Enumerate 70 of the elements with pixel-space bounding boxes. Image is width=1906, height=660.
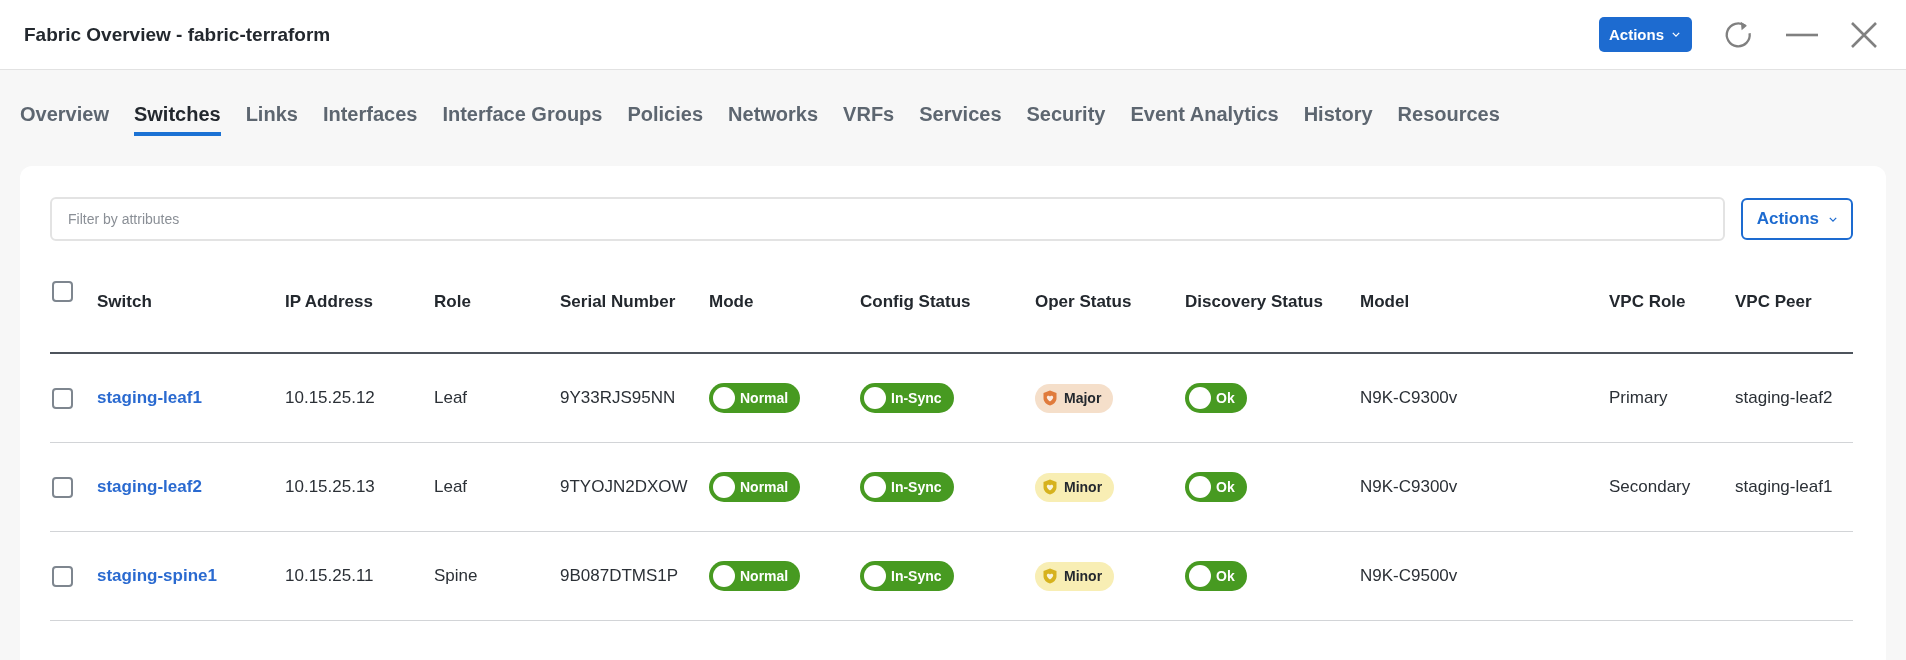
column-header: IP Address [285,291,374,312]
select-all-checkbox[interactable] [52,281,73,302]
status-pill: Ok [1185,472,1247,502]
table-cell-text: Spine [434,566,479,586]
column-header: VPC Peer [1735,291,1813,312]
tab[interactable]: History [1303,70,1373,136]
shield-icon [1043,568,1057,584]
table-cell-text: N9K-C9500v [1360,566,1459,586]
severity-badge: Major [1035,383,1114,413]
status-pill: Ok [1185,561,1247,591]
table-cell-text: Primary [1609,388,1669,408]
tab[interactable]: Overview [20,70,109,136]
table-cell-text: Leaf [434,388,469,408]
status-pill: In-Sync [860,472,954,502]
shield-icon [1043,390,1057,406]
column-header: Switch [97,291,153,312]
column-header: Role [434,291,472,312]
status-pill: In-Sync [860,383,954,413]
tab[interactable]: Interface Groups [442,70,603,136]
shield-icon [1043,479,1057,495]
actions-button[interactable]: Actions [1599,17,1692,52]
tab[interactable]: Switches [133,70,221,136]
table-cell-text: 10.15.25.13 [285,477,376,497]
table-cell-text: 9B087DTMS1P [560,566,680,586]
tab[interactable]: Policies [627,70,704,136]
column-header: VPC Role [1609,291,1687,312]
severity-badge: Minor [1035,561,1115,591]
table-cell-text: staging-leaf1 [1735,477,1834,497]
table-cell-text: 9Y33RJS95NN [560,388,677,408]
column-header: Config Status [860,291,972,312]
tab[interactable]: Interfaces [322,70,418,136]
minimize-icon[interactable] [1786,32,1818,37]
filter-field[interactable]: Filter by attributes [50,197,1725,241]
table-cell-text: 10.15.25.12 [285,388,376,408]
tab[interactable]: Networks [728,70,819,136]
status-pill: In-Sync [860,561,954,591]
column-header: Discovery Status [1185,291,1324,312]
tab[interactable]: Security [1026,70,1106,136]
table-cell-text: N9K-C9300v [1360,388,1459,408]
table-cell-text: Leaf [434,477,469,497]
column-header: Oper Status [1035,291,1133,312]
switch-link[interactable]: staging-spine1 [97,566,285,586]
switch-link[interactable]: staging-leaf1 [97,388,285,408]
table-cell-text: N9K-C9300v [1360,477,1459,497]
chevron-down-icon [1829,216,1837,222]
status-pill: Normal [709,383,801,413]
row-checkbox[interactable] [52,476,73,498]
table-cell-text: 9TYOJN2DXOW [560,477,689,497]
table-cell-text: 10.15.25.11 [285,566,375,586]
window-title: Fabric Overview - fabric-terraform [24,23,331,46]
column-header: Mode [709,291,755,312]
table-cell-text: Secondary [1609,477,1692,497]
severity-badge: Minor [1035,472,1115,502]
table-cell-text: staging-leaf2 [1735,388,1834,408]
status-pill: Ok [1185,383,1247,413]
tab[interactable]: Event Analytics [1130,70,1279,136]
close-icon[interactable] [1850,20,1878,49]
switch-link[interactable]: staging-leaf2 [97,477,285,497]
tab[interactable]: VRFs [843,70,895,136]
tab[interactable]: Services [919,70,1002,136]
status-pill: Normal [709,561,801,591]
column-header: Serial Number [560,291,677,312]
row-checkbox[interactable] [52,387,73,409]
row-checkbox[interactable] [52,565,73,587]
status-pill: Normal [709,472,801,502]
actions-button[interactable]: Actions [1740,198,1853,240]
chevron-down-icon [1672,32,1680,37]
column-header: Model [1360,291,1411,312]
tab[interactable]: Links [245,70,298,136]
tab[interactable]: Resources [1397,70,1500,136]
